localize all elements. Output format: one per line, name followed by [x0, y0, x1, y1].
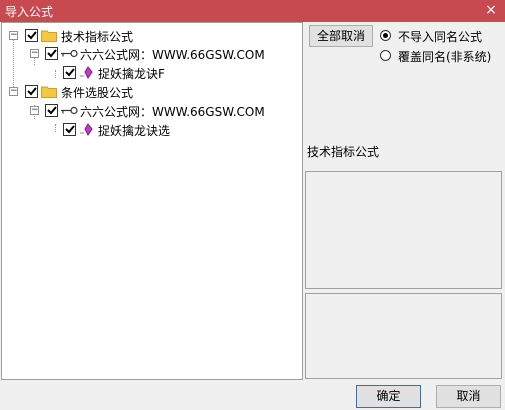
node-label: 条件选股公式 [61, 86, 134, 100]
detail-box-top [305, 171, 502, 289]
key-icon [61, 106, 78, 115]
node-checkbox[interactable] [63, 123, 76, 136]
formula-icon [80, 66, 93, 79]
collapse-toggle[interactable]: − [30, 106, 39, 115]
close-button[interactable]: × [483, 1, 499, 19]
window-title: 导入公式 [5, 5, 54, 19]
tree-node-technical-indicators[interactable]: − 技术指标公式 [2, 26, 302, 44]
node-checkbox[interactable] [45, 104, 58, 117]
key-icon [61, 49, 78, 58]
folder-icon [41, 86, 57, 98]
tree-node-formula[interactable]: 捉妖擒龙诀选 [2, 120, 302, 138]
collapse-toggle[interactable]: − [9, 31, 18, 40]
radio-no-import[interactable]: 不导入同名公式 [380, 28, 500, 44]
cancel-button[interactable]: 取消 [436, 385, 501, 408]
collapse-toggle[interactable]: − [30, 49, 39, 58]
radio-label: 不导入同名公式 [398, 30, 483, 44]
tree-node-source[interactable]: − 六六公式网：WWW.66GSW.COM [2, 101, 302, 119]
node-label: 技术指标公式 [61, 30, 134, 44]
title-bar: 导入公式 × [0, 0, 505, 22]
node-checkbox[interactable] [63, 66, 76, 79]
node-checkbox[interactable] [25, 29, 38, 42]
ok-button[interactable]: 确定 [356, 385, 421, 408]
cancel-all-button[interactable]: 全部取消 [309, 25, 373, 47]
tree-node-source[interactable]: − 六六公式网：WWW.66GSW.COM [2, 44, 302, 62]
tree-node-stock-screening[interactable]: − 条件选股公式 [2, 82, 302, 100]
collapse-toggle[interactable]: − [9, 87, 18, 96]
radio-button[interactable] [380, 50, 391, 61]
node-checkbox[interactable] [45, 47, 58, 60]
detail-box-bottom [305, 293, 502, 379]
node-label: 捉妖擒龙诀选 [98, 124, 171, 138]
folder-icon [41, 30, 57, 42]
formula-tree[interactable]: − 技术指标公式 − 六六公式网：WWW.66GSW.COM 捉妖擒龙诀F − … [1, 22, 303, 380]
radio-label: 覆盖同名(非系统) [398, 50, 492, 64]
node-label: 六六公式网：WWW.66GSW.COM [80, 48, 265, 62]
node-label: 捉妖擒龙诀F [98, 67, 165, 81]
radio-button[interactable] [380, 30, 391, 41]
footer-bar: 确定 取消 [0, 380, 505, 410]
detail-label: 技术指标公式 [307, 145, 380, 159]
node-checkbox[interactable] [25, 85, 38, 98]
node-label: 六六公式网：WWW.66GSW.COM [80, 105, 265, 119]
tree-node-formula[interactable]: 捉妖擒龙诀F [2, 63, 302, 81]
formula-icon [80, 123, 93, 136]
radio-overwrite[interactable]: 覆盖同名(非系统) [380, 48, 500, 64]
